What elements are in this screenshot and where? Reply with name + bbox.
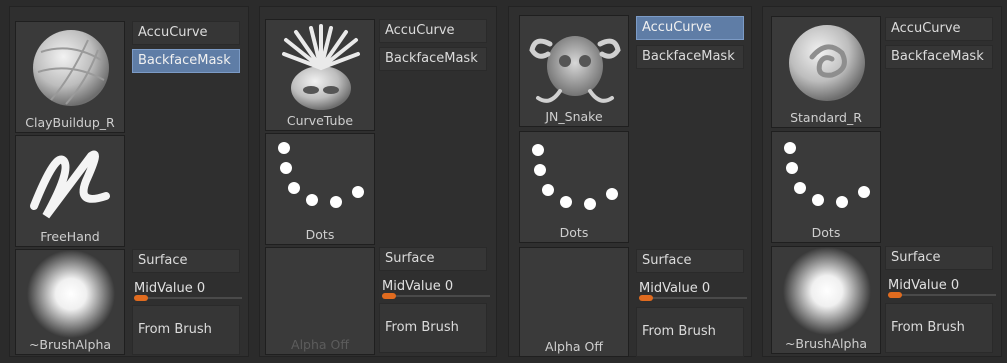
from-brush-button[interactable]: From Brush xyxy=(379,303,487,353)
alpha-label: ~BrushAlpha xyxy=(28,337,112,352)
alpha-label: Alpha Off xyxy=(291,337,349,352)
stroke-label: Dots xyxy=(305,227,335,242)
midvalue-slider[interactable]: MidValue 0 xyxy=(639,280,747,302)
from-brush-button[interactable]: From Brush xyxy=(132,305,240,355)
midvalue-label: MidValue 0 xyxy=(382,279,454,294)
backfacemask-button[interactable]: BackfaceMask xyxy=(132,49,240,73)
brush-panel-4: Standard_R Dots ~BrushAlpha AccuCurve Ba… xyxy=(762,6,1002,357)
surface-button[interactable]: Surface xyxy=(636,249,744,273)
jn-snake-brush-icon xyxy=(529,36,621,103)
stroke-label: Dots xyxy=(559,225,589,240)
accucurve-button[interactable]: AccuCurve xyxy=(132,21,240,45)
alpha-thumbnail[interactable]: ~BrushAlpha xyxy=(15,249,125,355)
midvalue-label: MidValue 0 xyxy=(639,281,711,296)
alpha-thumbnail[interactable]: Alpha Off xyxy=(519,247,629,357)
surface-button[interactable]: Surface xyxy=(379,247,487,271)
brush-thumbnail-standard[interactable]: Standard_R xyxy=(771,16,881,128)
slider-track xyxy=(134,297,242,299)
curve-tube-brush-icon xyxy=(282,24,360,110)
dots-stroke-icon xyxy=(532,144,618,210)
dots-stroke-icon xyxy=(784,142,870,208)
alpha-label: Alpha Off xyxy=(545,339,603,354)
stroke-thumbnail-dots[interactable]: Dots xyxy=(519,131,629,243)
accucurve-button[interactable]: AccuCurve xyxy=(885,17,993,41)
from-brush-button[interactable]: From Brush xyxy=(636,307,744,357)
brush-thumbnail-jn-snake[interactable]: JN_Snake xyxy=(519,15,629,127)
midvalue-slider[interactable]: MidValue 0 xyxy=(888,277,996,299)
stroke-label: FreeHand xyxy=(40,229,100,244)
clay-buildup-brush-icon xyxy=(33,30,109,106)
stroke-thumbnail-freehand[interactable]: FreeHand xyxy=(15,135,125,247)
freehand-stroke-icon xyxy=(30,150,110,219)
standard-brush-icon xyxy=(789,25,865,101)
slider-track xyxy=(888,294,996,296)
midvalue-slider[interactable]: MidValue 0 xyxy=(134,280,242,302)
stroke-label: Dots xyxy=(811,225,841,240)
brush-label: CurveTube xyxy=(286,113,354,128)
backfacemask-button[interactable]: BackfaceMask xyxy=(379,47,487,71)
dots-stroke-icon xyxy=(278,142,364,208)
midvalue-label: MidValue 0 xyxy=(888,278,960,293)
slider-track xyxy=(639,297,747,299)
alpha-thumbnail[interactable]: ~BrushAlpha xyxy=(771,246,881,354)
stroke-thumbnail-dots[interactable]: Dots xyxy=(265,133,375,245)
alpha-label: ~BrushAlpha xyxy=(784,336,868,351)
brush-alpha-icon xyxy=(27,250,115,338)
surface-button[interactable]: Surface xyxy=(132,249,240,273)
brush-alpha-icon xyxy=(783,247,871,335)
brush-label: Standard_R xyxy=(790,110,862,125)
slider-track xyxy=(382,295,490,297)
brush-panel-2: CurveTube Dots Alpha Off AccuCurve Backf… xyxy=(259,6,497,357)
brush-thumbnail-claybuildup[interactable]: ClayBuildup_R xyxy=(15,21,125,133)
midvalue-slider[interactable]: MidValue 0 xyxy=(382,278,490,300)
surface-button[interactable]: Surface xyxy=(885,246,993,270)
accucurve-button[interactable]: AccuCurve xyxy=(379,19,487,43)
alpha-thumbnail[interactable]: Alpha Off xyxy=(265,247,375,355)
slider-knob[interactable] xyxy=(134,295,148,301)
brush-label: JN_Snake xyxy=(545,109,603,124)
brush-panel-1: ClayBuildup_R FreeHand ~BrushAlpha AccuC… xyxy=(9,6,249,357)
brush-label: ClayBuildup_R xyxy=(25,115,115,130)
brush-panel-3: JN_Snake Dots Alpha Off AccuCurve Backfa… xyxy=(508,6,752,357)
slider-knob[interactable] xyxy=(639,295,653,301)
brush-thumbnail-curvetube[interactable]: CurveTube xyxy=(265,19,375,131)
backfacemask-button[interactable]: BackfaceMask xyxy=(636,45,744,69)
from-brush-button[interactable]: From Brush xyxy=(885,303,993,353)
alpha-off-icon xyxy=(520,248,629,340)
midvalue-label: MidValue 0 xyxy=(134,281,206,296)
alpha-off-icon xyxy=(266,248,375,338)
backfacemask-button[interactable]: BackfaceMask xyxy=(885,45,993,69)
slider-knob[interactable] xyxy=(382,293,396,299)
stroke-thumbnail-dots[interactable]: Dots xyxy=(771,131,881,243)
slider-knob[interactable] xyxy=(888,292,902,298)
accucurve-button[interactable]: AccuCurve xyxy=(636,16,744,40)
